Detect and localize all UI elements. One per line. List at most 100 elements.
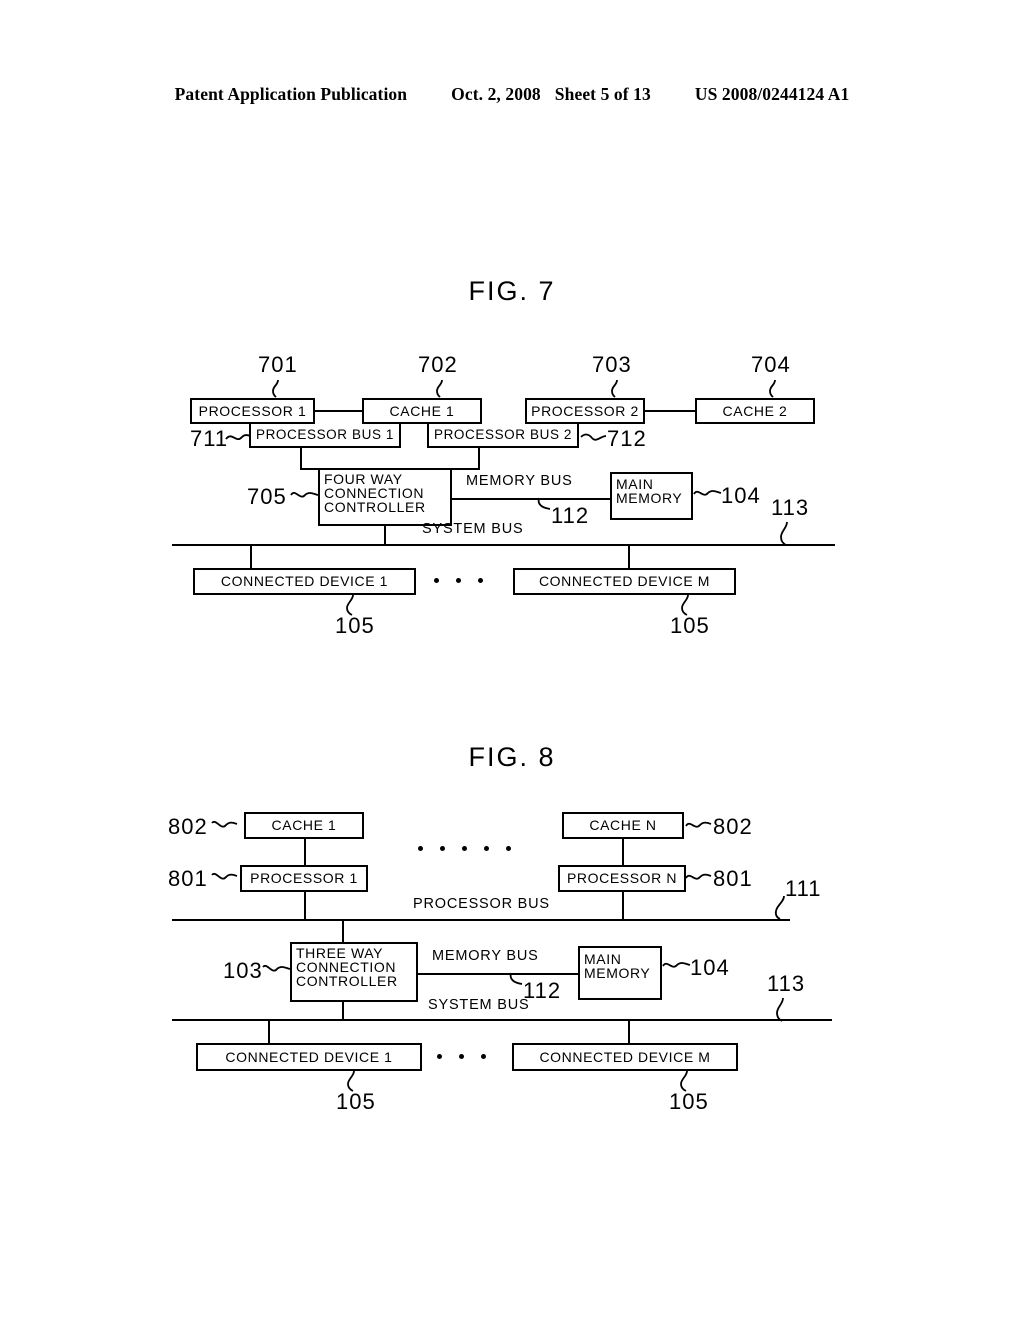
box-cache-n[interactable]: CACHE N (562, 812, 684, 839)
leader-701 (268, 379, 286, 398)
box-three-way-connection-controller[interactable]: THREE WAY CONNECTION CONTROLLER (290, 942, 418, 1002)
figure-7: FIG. 7 701 702 703 704 PROCESSOR 1 CACHE… (0, 260, 1024, 660)
main-memory-line-1: MAIN (584, 951, 622, 967)
ref-802-b: 802 (713, 814, 753, 839)
box-processor-1[interactable]: PROCESSOR 1 (190, 398, 315, 424)
ref-104: 104 (690, 955, 730, 980)
label-memory-bus: MEMORY BUS (466, 473, 573, 489)
leader-105-a (345, 1070, 363, 1092)
leader-802-b (685, 818, 712, 834)
ref-712: 712 (607, 426, 647, 451)
ref-711: 711 (190, 426, 229, 451)
ref-801-a: 801 (168, 866, 208, 891)
box-cache-1[interactable]: CACHE 1 (244, 812, 364, 839)
ref-105-b: 105 (669, 1089, 709, 1114)
ref-103: 103 (223, 958, 263, 983)
box-processor-bus-1: PROCESSOR BUS 1 (249, 424, 401, 448)
ref-105-a: 105 (335, 613, 375, 638)
bus-system-bus (172, 1019, 832, 1022)
link-processor2-cache2 (645, 410, 695, 412)
controller-line-3: CONTROLLER (324, 499, 426, 515)
box-cache-2[interactable]: CACHE 2 (695, 398, 815, 424)
box-processor-n[interactable]: PROCESSOR N (558, 865, 686, 892)
controller-line-2: CONNECTION (296, 959, 397, 975)
leader-712 (580, 430, 607, 446)
leader-105-b (678, 1070, 696, 1092)
publication-date: Oct. 2, 2008 (451, 84, 541, 104)
main-memory-line-1: MAIN (616, 476, 654, 492)
main-memory-line-2: MEMORY (616, 490, 683, 506)
wire-cache1-processor1 (304, 839, 306, 865)
label-memory-bus: MEMORY BUS (432, 948, 539, 964)
box-main-memory[interactable]: MAIN MEMORY (610, 472, 693, 520)
controller-line-2: CONNECTION (324, 485, 425, 501)
document-number: US 2008/0244124 A1 (694, 84, 850, 104)
leader-103 (262, 962, 291, 978)
ellipsis-processors (418, 846, 511, 851)
box-four-way-connection-controller[interactable]: FOUR WAY CONNECTION CONTROLLER (318, 468, 452, 526)
wire-memory-bus (452, 498, 610, 500)
link-processor1-cache1 (315, 410, 362, 412)
ref-113: 113 (767, 971, 806, 996)
label-processor-bus: PROCESSOR BUS (413, 896, 550, 912)
ref-703: 703 (592, 352, 632, 377)
ref-701: 701 (258, 352, 298, 377)
label-system-bus: SYSTEM BUS (422, 521, 524, 537)
wire-memory-bus (418, 973, 578, 975)
box-connected-device-m[interactable]: CONNECTED DEVICE M (512, 1043, 738, 1071)
leader-802-a (211, 818, 238, 834)
controller-line-1: THREE WAY (296, 945, 384, 961)
wire-processorn-to-bus (622, 892, 624, 920)
leader-703 (607, 379, 625, 398)
leader-705 (290, 488, 319, 504)
leader-104 (693, 486, 722, 502)
wire-systembus-devicem (628, 544, 630, 570)
label-system-bus: SYSTEM BUS (428, 997, 530, 1013)
wire-controller-to-systembus (384, 526, 386, 546)
figure-8-title: FIG. 8 (468, 742, 556, 772)
ref-111: 111 (785, 876, 822, 901)
ref-112: 112 (551, 503, 590, 528)
box-connected-device-1[interactable]: CONNECTED DEVICE 1 (196, 1043, 422, 1071)
ref-104: 104 (721, 483, 761, 508)
bus-system-bus (172, 544, 835, 547)
leader-801-a (211, 870, 238, 886)
leader-105-b (679, 594, 697, 616)
box-cache-1[interactable]: CACHE 1 (362, 398, 482, 424)
leader-104 (662, 958, 691, 974)
controller-line-3: CONTROLLER (296, 973, 398, 989)
publication-title: Patent Application Publication (174, 84, 408, 104)
wire-bus2-down (478, 448, 480, 470)
leader-702 (432, 379, 450, 398)
box-processor-2[interactable]: PROCESSOR 2 (525, 398, 645, 424)
box-connected-device-1[interactable]: CONNECTED DEVICE 1 (193, 568, 416, 595)
ellipsis-connected-devices (434, 578, 483, 583)
sheet-number: Sheet 5 of 13 (554, 84, 651, 104)
ref-113: 113 (771, 495, 810, 520)
wire-processor1-to-bus (304, 892, 306, 920)
leader-704 (765, 379, 783, 398)
main-memory-line-2: MEMORY (584, 965, 651, 981)
ref-105-a: 105 (336, 1089, 376, 1114)
box-main-memory[interactable]: MAIN MEMORY (578, 946, 662, 1000)
leader-111 (772, 895, 790, 920)
leader-113 (774, 997, 792, 1022)
box-connected-device-m[interactable]: CONNECTED DEVICE M (513, 568, 736, 595)
wire-systembus-device1 (250, 544, 252, 570)
leader-105-a (344, 594, 362, 616)
wire-bus1-down (300, 448, 302, 470)
ref-802-a: 802 (168, 814, 208, 839)
leader-113 (778, 521, 796, 546)
ellipsis-connected-devices (437, 1054, 486, 1059)
page-header: Patent Application Publication Oct. 2, 2… (0, 84, 1024, 105)
bus-processor-bus (172, 919, 790, 922)
wire-systembus-devicem (628, 1019, 630, 1045)
wire-cachen-processorn (622, 839, 624, 865)
figure-7-title: FIG. 7 (468, 276, 556, 306)
ref-705: 705 (247, 484, 287, 509)
leader-711 (225, 430, 252, 446)
leader-801-b (685, 870, 712, 886)
figure-8: FIG. 8 802 CACHE 1 CACHE N 802 801 PROCE… (0, 720, 1024, 1120)
box-processor-1[interactable]: PROCESSOR 1 (240, 865, 368, 892)
controller-line-1: FOUR WAY (324, 471, 403, 487)
